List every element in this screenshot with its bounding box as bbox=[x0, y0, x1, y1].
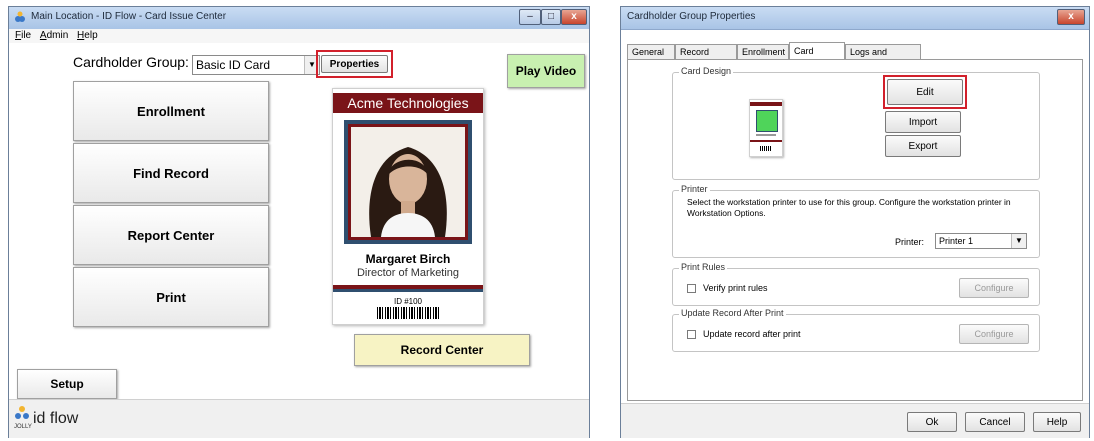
tab-enrollment[interactable]: Enrollment bbox=[737, 44, 789, 59]
card-id-number: ID #100 bbox=[393, 297, 423, 306]
update-record-checkbox[interactable] bbox=[687, 330, 696, 339]
update-record-group: Update Record After Print Update record … bbox=[672, 308, 1040, 352]
find-record-button[interactable]: Find Record bbox=[73, 143, 269, 203]
verify-print-rules-label: Verify print rules bbox=[703, 283, 768, 293]
cardholder-group-label: Cardholder Group: bbox=[73, 54, 189, 70]
card-design-thumbnail bbox=[749, 99, 783, 157]
cardholder-group-select[interactable]: Basic ID Card ▼ bbox=[192, 55, 320, 75]
chevron-down-icon: ▼ bbox=[1011, 234, 1026, 248]
setup-button[interactable]: Setup bbox=[17, 369, 117, 399]
help-button[interactable]: Help bbox=[1033, 412, 1081, 432]
window-title: Main Location - ID Flow - Card Issue Cen… bbox=[31, 11, 227, 22]
verify-print-rules-checkbox[interactable] bbox=[687, 284, 696, 293]
main-panel: Cardholder Group: Basic ID Card ▼ Proper… bbox=[9, 43, 589, 399]
status-footer: JOLLY id flow bbox=[9, 399, 589, 438]
enrollment-button[interactable]: Enrollment bbox=[73, 81, 269, 141]
card-issue-center-window: Main Location - ID Flow - Card Issue Cen… bbox=[8, 6, 590, 438]
report-center-button[interactable]: Report Center bbox=[73, 205, 269, 265]
card-company-name: Acme Technologies bbox=[347, 95, 469, 111]
card-design-legend: Card Design bbox=[679, 66, 734, 76]
cancel-button[interactable]: Cancel bbox=[965, 412, 1025, 432]
title-bar: Main Location - ID Flow - Card Issue Cen… bbox=[9, 7, 589, 30]
printer-group: Printer Select the workstation printer t… bbox=[672, 184, 1040, 258]
menu-bar: File Admin Help bbox=[9, 29, 589, 43]
play-video-button[interactable]: Play Video bbox=[507, 54, 585, 88]
app-icon bbox=[15, 11, 25, 22]
cardholder-group-value: Basic ID Card bbox=[196, 58, 271, 72]
close-button[interactable]: x bbox=[561, 9, 587, 25]
card-design-group: Card Design Edit Import Export bbox=[672, 66, 1040, 180]
dialog-title: Cardholder Group Properties bbox=[627, 11, 756, 22]
print-rules-group: Print Rules Verify print rules Configure bbox=[672, 262, 1040, 306]
update-record-legend: Update Record After Print bbox=[679, 308, 786, 318]
record-center-button[interactable]: Record Center bbox=[354, 334, 530, 366]
barcode bbox=[377, 307, 439, 319]
printer-legend: Printer bbox=[679, 184, 710, 194]
print-button[interactable]: Print bbox=[73, 267, 269, 327]
update-record-label: Update record after print bbox=[703, 329, 801, 339]
cardholder-photo bbox=[351, 127, 465, 237]
tab-general[interactable]: General bbox=[627, 44, 675, 59]
ok-button[interactable]: Ok bbox=[907, 412, 957, 432]
brand-name: id flow bbox=[33, 410, 79, 427]
tab-content-panel: Card Design Edit Import Export Printer S bbox=[627, 59, 1083, 401]
card-photo-frame bbox=[344, 120, 472, 244]
menu-file[interactable]: File bbox=[15, 29, 31, 43]
printer-label: Printer: bbox=[895, 237, 925, 247]
tab-logs-and-reports[interactable]: Logs and Reports bbox=[845, 44, 921, 72]
menu-admin[interactable]: Admin bbox=[40, 29, 68, 43]
print-rules-configure-button[interactable]: Configure bbox=[959, 278, 1029, 298]
cardholder-name: Margaret Birch bbox=[365, 252, 451, 266]
printer-select[interactable]: Printer 1 ▼ bbox=[935, 233, 1027, 249]
printer-value: Printer 1 bbox=[939, 236, 974, 246]
properties-button[interactable]: Properties bbox=[321, 55, 388, 73]
dialog-close-button[interactable]: x bbox=[1057, 9, 1085, 25]
update-record-configure-button[interactable]: Configure bbox=[959, 324, 1029, 344]
import-button[interactable]: Import bbox=[885, 111, 961, 133]
maximize-button[interactable]: □ bbox=[541, 9, 561, 25]
print-rules-legend: Print Rules bbox=[679, 262, 728, 272]
dialog-title-bar: Cardholder Group Properties x bbox=[621, 7, 1089, 30]
export-button[interactable]: Export bbox=[885, 135, 961, 157]
id-card-preview: Acme Technologies Margaret Birch Directo… bbox=[332, 88, 484, 325]
menu-help[interactable]: Help bbox=[77, 29, 98, 43]
jolly-logo-icon bbox=[15, 406, 29, 419]
tab-card-printing[interactable]: Card Printing bbox=[789, 42, 845, 72]
tab-record-lookup[interactable]: Record Lookup bbox=[675, 44, 737, 72]
card-company-header: Acme Technologies bbox=[333, 93, 483, 113]
dialog-footer: Ok Cancel Help bbox=[621, 403, 1089, 438]
cardholder-job-title: Director of Marketing bbox=[356, 267, 460, 279]
edit-button[interactable]: Edit bbox=[887, 79, 963, 105]
card-stripe-secondary bbox=[333, 289, 483, 292]
cardholder-group-properties-dialog: Cardholder Group Properties x General Re… bbox=[620, 6, 1090, 438]
minimize-button[interactable]: – bbox=[519, 9, 541, 25]
printer-description: Select the workstation printer to use fo… bbox=[687, 197, 1011, 218]
jolly-logo-text: JOLLY bbox=[14, 424, 32, 430]
